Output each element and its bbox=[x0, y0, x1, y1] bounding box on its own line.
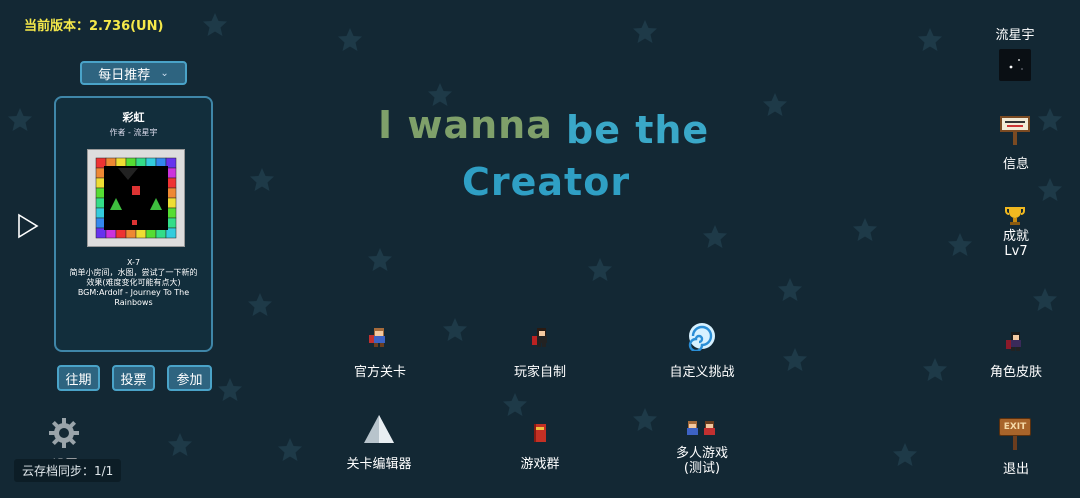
username-label: 流星宇 bbox=[995, 28, 1035, 43]
vote-button[interactable]: 投票 bbox=[112, 365, 155, 391]
level-thumbnail bbox=[87, 149, 185, 247]
multiplayer-label-line2: (测试) bbox=[683, 461, 721, 476]
exit-sign-text: EXIT bbox=[999, 418, 1031, 436]
version-text: 当前版本：2.736(UN) bbox=[24, 19, 164, 34]
trophy-icon[interactable] bbox=[1001, 203, 1029, 229]
sign-post bbox=[1013, 434, 1017, 450]
kid-character-icon[interactable] bbox=[364, 323, 394, 351]
swirl-icon[interactable] bbox=[685, 320, 719, 352]
level-title: 彩虹 bbox=[122, 111, 145, 124]
level-desc-text: 简单小房间，水图，尝试了一下新的效果(难度变化可能有点大) bbox=[69, 268, 198, 287]
caped-character-icon[interactable] bbox=[526, 323, 556, 351]
multiplayer-label-line1: 多人游戏 bbox=[675, 446, 728, 461]
exit-label[interactable]: 退出 bbox=[990, 458, 1042, 477]
level-editor-label[interactable]: 关卡编辑器 bbox=[336, 453, 422, 472]
sparkle-icon bbox=[1009, 59, 1023, 70]
skins-label[interactable]: 角色皮肤 bbox=[980, 361, 1052, 380]
cloud-sync-status: 云存档同步：1/1 bbox=[14, 459, 122, 482]
skin-character-icon[interactable] bbox=[1001, 327, 1029, 355]
daily-dropdown[interactable]: 每日推荐 ⌄ bbox=[80, 61, 187, 85]
history-button[interactable]: 往期 bbox=[57, 365, 100, 391]
level-bgm-text: BGM:Ardolf - Journey To The Rainbows bbox=[77, 288, 190, 307]
player-made-label[interactable]: 玩家自制 bbox=[500, 361, 580, 380]
multiplayer-label[interactable]: 多人游戏 (测试) bbox=[662, 446, 742, 476]
custom-challenge-label[interactable]: 自定义挑战 bbox=[660, 361, 744, 380]
level-description: 简单小房间，水图，尝试了一下新的效果(难度变化可能有点大) BGM:Ardolf… bbox=[66, 268, 201, 308]
level-author: 作者 - 流星宇 bbox=[109, 128, 158, 137]
join-button[interactable]: 参加 bbox=[167, 365, 212, 391]
chevron-down-icon: ⌄ bbox=[160, 67, 169, 79]
multiplayer-icon[interactable] bbox=[683, 417, 723, 443]
user-avatar[interactable] bbox=[999, 49, 1031, 81]
red-book-icon[interactable] bbox=[527, 420, 553, 446]
info-label[interactable]: 信息 bbox=[990, 153, 1042, 172]
game-group-label[interactable]: 游戏群 bbox=[500, 453, 580, 472]
achievements-label[interactable]: 成就 Lv7 bbox=[990, 229, 1042, 259]
play-arrow-icon[interactable] bbox=[16, 212, 40, 240]
gear-icon[interactable] bbox=[47, 416, 81, 450]
official-levels-label[interactable]: 官方关卡 bbox=[340, 361, 420, 380]
info-sign-icon[interactable] bbox=[998, 113, 1032, 147]
dropdown-label: 每日推荐 bbox=[98, 67, 151, 83]
achievement-level-text: Lv7 bbox=[1004, 244, 1028, 259]
title-line-2: be the bbox=[566, 108, 710, 152]
achievements-text: 成就 bbox=[1002, 229, 1029, 244]
daily-level-card[interactable]: 彩虹 作者 - 流星宇 X-7 简单小房间，水图，尝试了一下新的效果(难度变化可… bbox=[54, 96, 213, 352]
exit-sign-icon[interactable]: EXIT bbox=[997, 416, 1033, 450]
title-line-3: Creator bbox=[462, 160, 631, 204]
level-name: X-7 bbox=[126, 258, 141, 267]
title-line-1: I wanna bbox=[378, 103, 553, 147]
triangle-icon[interactable] bbox=[360, 412, 398, 446]
